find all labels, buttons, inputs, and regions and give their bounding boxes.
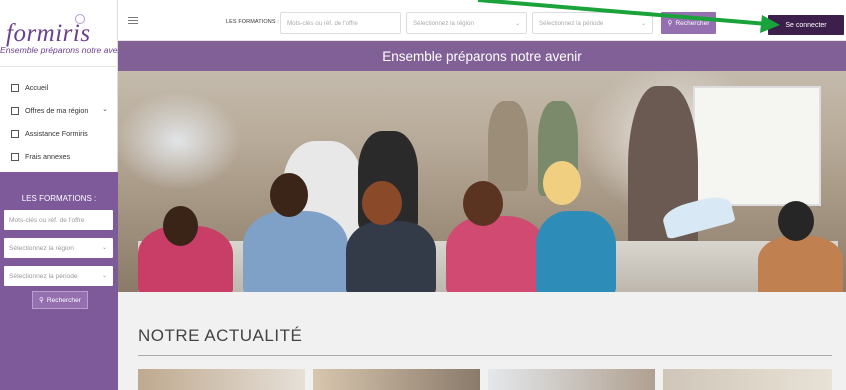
annotation-arrow xyxy=(477,0,780,33)
